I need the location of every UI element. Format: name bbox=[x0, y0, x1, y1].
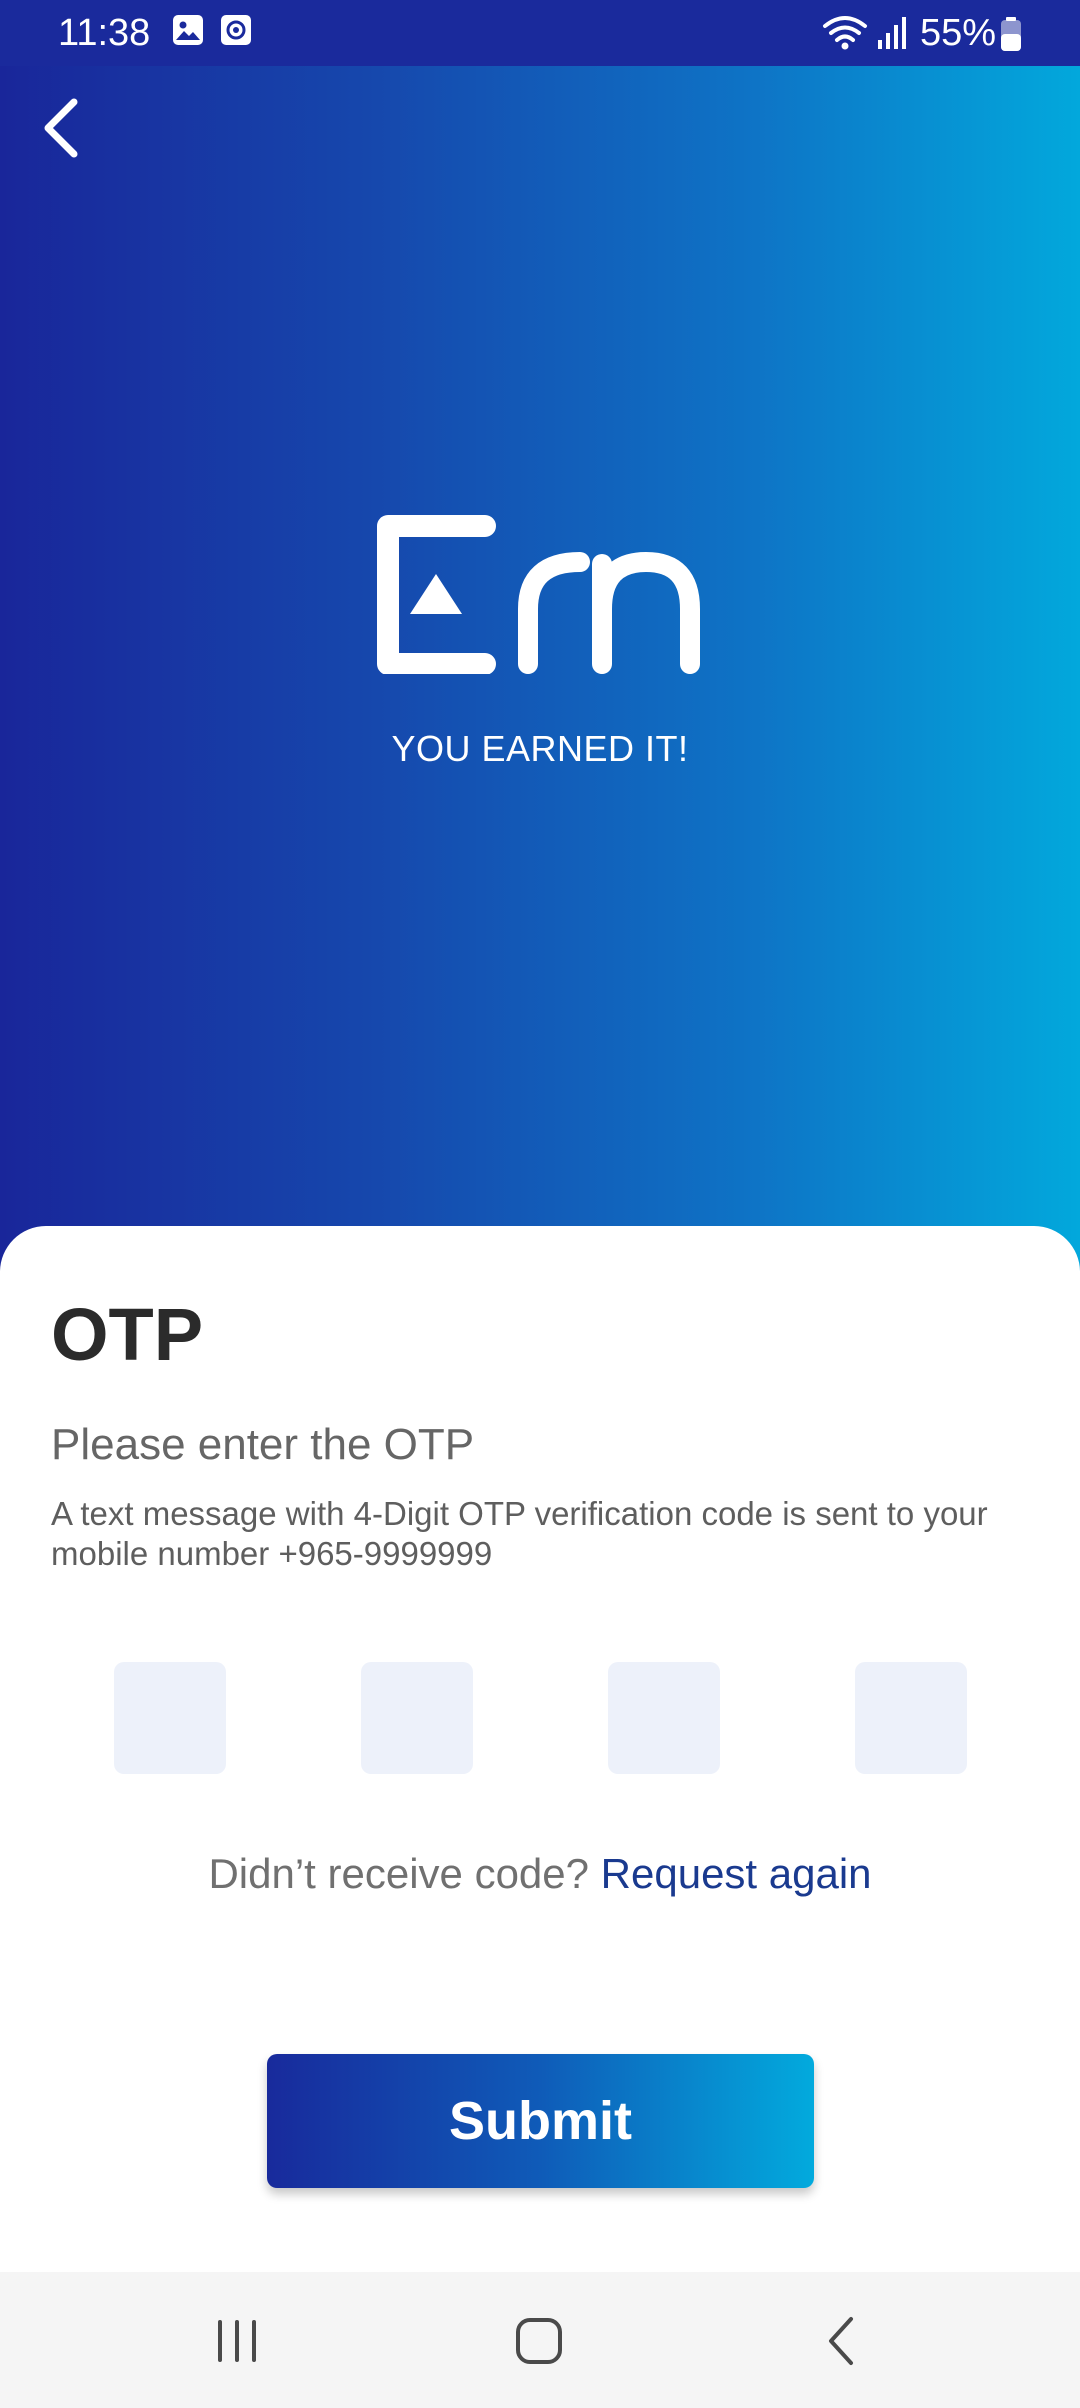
otp-digit-input-4[interactable] bbox=[855, 1662, 967, 1774]
system-back-button[interactable] bbox=[796, 2296, 886, 2386]
status-time: 11:38 bbox=[58, 12, 151, 54]
page-title: OTP bbox=[51, 1293, 204, 1376]
battery-icon bbox=[1000, 16, 1022, 57]
home-button[interactable] bbox=[494, 2296, 584, 2386]
battery-percent: 55% bbox=[920, 12, 997, 54]
ern-logo bbox=[370, 514, 710, 675]
recent-apps-button[interactable] bbox=[192, 2296, 282, 2386]
otp-description: A text message with 4-Digit OTP verifica… bbox=[51, 1495, 988, 1572]
recent-apps-icon bbox=[218, 2320, 256, 2362]
otp-digit-input-3[interactable] bbox=[608, 1662, 720, 1774]
home-icon bbox=[516, 2318, 562, 2364]
system-nav-bar bbox=[0, 2272, 1080, 2408]
otp-screen: 11:38 55% YOU EARNED IT! OTP Please ente… bbox=[0, 0, 1080, 2408]
back-icon bbox=[829, 2317, 853, 2365]
back-arrow-icon bbox=[44, 98, 78, 158]
resend-row: Didn’t receive code? Request again bbox=[0, 1846, 1080, 1902]
signal-icon bbox=[876, 16, 908, 55]
request-again-link[interactable]: Request again bbox=[601, 1850, 872, 1897]
back-button[interactable] bbox=[22, 90, 98, 166]
resend-prompt: Didn’t receive code? bbox=[208, 1850, 589, 1897]
wifi-icon bbox=[822, 14, 868, 57]
screen-recorder-icon bbox=[220, 14, 252, 51]
otp-digit-input-2[interactable] bbox=[361, 1662, 473, 1774]
otp-digit-input-1[interactable] bbox=[114, 1662, 226, 1774]
hero-banner bbox=[0, 66, 1080, 1356]
status-bar: 11:38 55% bbox=[0, 0, 1080, 66]
otp-subtitle: Please enter the OTP bbox=[51, 1420, 475, 1469]
tagline: YOU EARNED IT! bbox=[391, 728, 689, 769]
gallery-icon bbox=[172, 14, 204, 51]
submit-button[interactable]: Submit bbox=[267, 2054, 814, 2188]
